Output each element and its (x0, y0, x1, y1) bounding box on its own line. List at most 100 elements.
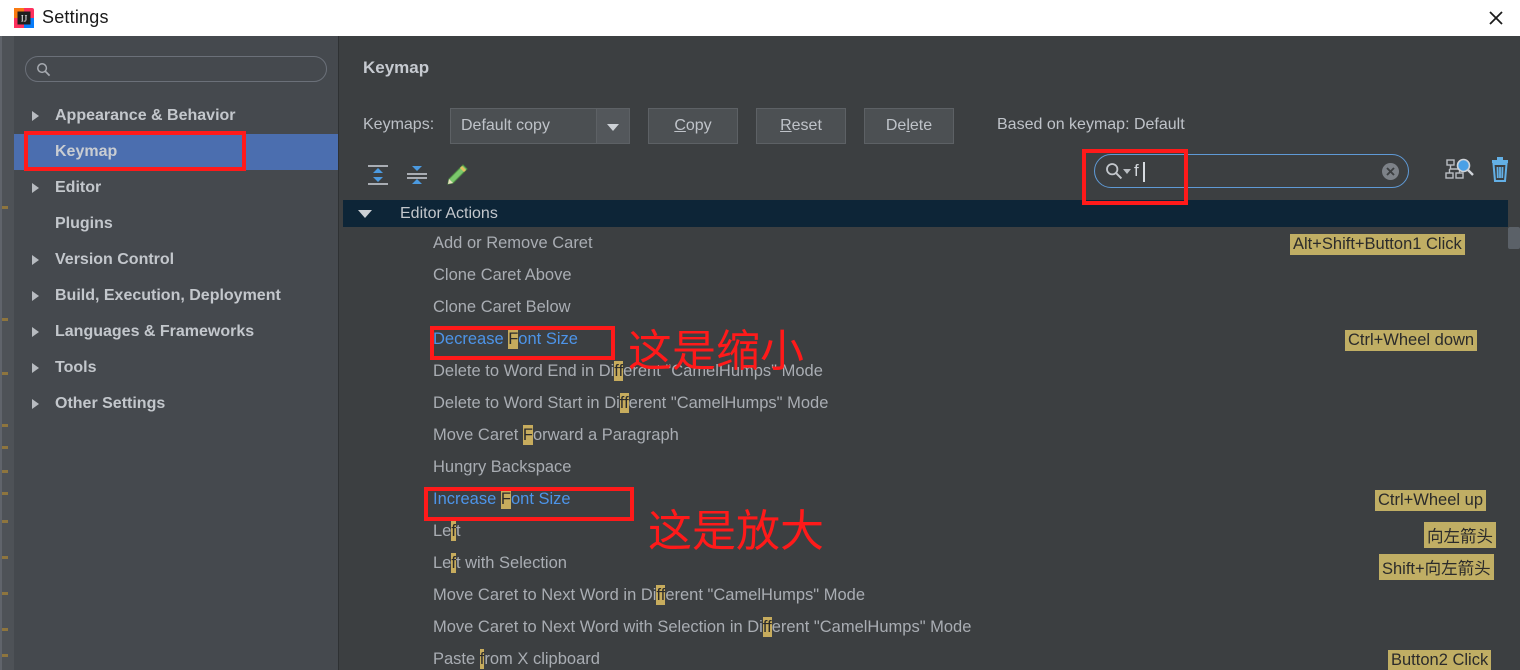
title-bar: IJ Settings (0, 0, 1520, 36)
clear-icon[interactable] (1381, 162, 1400, 181)
settings-window: IJ Settings Appearance & Behavior Keymap E… (0, 0, 1520, 670)
chevron-right-icon[interactable] (32, 98, 48, 134)
sidebar-item-other-settings[interactable]: Other Settings (14, 386, 338, 422)
action-group-header[interactable]: Editor Actions (343, 200, 1508, 227)
chevron-right-icon[interactable] (32, 278, 48, 314)
chevron-right-icon[interactable] (32, 170, 48, 206)
sidebar-item-languages-frameworks[interactable]: Languages & Frameworks (14, 314, 338, 350)
shortcut-badge: 向左箭头 (1424, 522, 1496, 548)
action-name: Add or Remove Caret (433, 234, 593, 252)
sidebar-search-input[interactable] (25, 56, 327, 82)
settings-dialog: Appearance & Behavior Keymap Editor Plugins… (14, 36, 1520, 670)
chevron-right-icon[interactable] (32, 134, 48, 170)
vertical-scrollbar[interactable] (1508, 227, 1520, 670)
find-by-shortcut-icon[interactable] (1443, 154, 1475, 186)
based-on-keymap-text: Based on keymap: Default (997, 116, 1185, 133)
sidebar-item-label: Build, Execution, Deployment (55, 287, 281, 304)
table-row[interactable]: Clone Caret Below (343, 295, 1520, 327)
table-row[interactable]: Move Caret to Next Word with Selection i… (343, 615, 1520, 647)
find-shortcut-input[interactable]: f (1094, 154, 1409, 188)
delete-shortcut-icon[interactable] (1484, 154, 1516, 186)
shortcut-badge: Ctrl+Wheel down (1345, 330, 1478, 351)
table-row[interactable]: Increase Font Size (343, 487, 1520, 519)
action-name: Paste from X clipboard (433, 649, 600, 669)
action-name: Clone Caret Above (433, 266, 572, 284)
action-group-label: Editor Actions (400, 204, 498, 222)
copy-button-label: Copy (674, 117, 712, 134)
action-name: Left (433, 521, 461, 541)
action-name: Left with Selection (433, 553, 567, 573)
ide-backdrop-strip (0, 0, 14, 670)
sidebar-item-build-execution-deployment[interactable]: Build, Execution, Deployment (14, 278, 338, 314)
action-name: Increase Font Size (433, 489, 571, 509)
sidebar-item-label: Editor (55, 179, 102, 196)
text-cursor (1143, 162, 1145, 182)
sidebar-item-editor[interactable]: Editor (14, 170, 338, 206)
keymap-select-value: Default copy (461, 117, 550, 134)
sidebar-item-label: Plugins (55, 215, 113, 232)
chevron-right-icon[interactable] (32, 350, 48, 386)
shortcut-badge: Alt+Shift+Button1 Click (1290, 234, 1465, 255)
action-name: Move Caret Forward a Paragraph (433, 425, 679, 445)
chevron-right-icon[interactable] (32, 386, 48, 422)
collapse-all-icon[interactable] (402, 160, 432, 190)
table-row[interactable]: Hungry Backspace (343, 455, 1520, 487)
shortcut-badge: Button2 Click (1388, 650, 1492, 670)
sidebar-item-label: Appearance & Behavior (55, 107, 236, 124)
action-name: Hungry Backspace (433, 458, 572, 476)
search-icon (1106, 163, 1123, 180)
keymaps-label: Keymaps: (363, 116, 435, 133)
sidebar-item-label: Tools (55, 359, 97, 376)
chevron-right-icon[interactable] (32, 206, 48, 242)
table-row[interactable]: Delete to Word Start in Different "Camel… (343, 391, 1520, 423)
chevron-down-icon[interactable] (596, 109, 629, 143)
sidebar-item-version-control[interactable]: Version Control (14, 242, 338, 278)
action-name: Decrease Font Size (433, 329, 578, 349)
action-name: Clone Caret Below (433, 298, 571, 316)
intellij-logo-icon: IJ (14, 8, 34, 28)
keymap-panel: Keymap Keymaps: Default copy Copy Reset De… (339, 36, 1520, 670)
table-row[interactable]: Decrease Font Size (343, 327, 1520, 359)
svg-text:IJ: IJ (21, 14, 28, 24)
sidebar-item-list: Appearance & Behavior Keymap Editor Plugins… (14, 98, 338, 422)
settings-sidebar: Appearance & Behavior Keymap Editor Plugins… (14, 36, 339, 670)
copy-button[interactable]: Copy (648, 108, 738, 144)
window-title: Settings (42, 7, 109, 27)
sidebar-item-label: Version Control (55, 251, 175, 268)
table-row[interactable]: Left with Selection (343, 551, 1520, 583)
chevron-down-icon[interactable] (1123, 169, 1131, 174)
keymap-actions-table: Editor Actions Add or Remove Caret Clone … (343, 200, 1520, 670)
sidebar-item-appearance-behavior[interactable]: Appearance & Behavior (14, 98, 338, 134)
edit-shortcut-icon[interactable] (441, 160, 471, 190)
close-icon[interactable] (1482, 4, 1510, 32)
table-row[interactable]: Delete to Word End in Different "CamelHu… (343, 359, 1520, 391)
shortcut-badge: Ctrl+Wheel up (1375, 490, 1487, 511)
chevron-right-icon[interactable] (32, 242, 48, 278)
table-row[interactable]: Move Caret to Next Word in Different "Ca… (343, 583, 1520, 615)
chevron-down-icon[interactable] (358, 209, 372, 218)
action-name: Move Caret to Next Word with Selection i… (433, 617, 972, 637)
sidebar-item-label: Other Settings (55, 395, 166, 412)
sidebar-item-label: Keymap (55, 143, 118, 160)
chevron-right-icon[interactable] (32, 314, 48, 350)
sidebar-item-keymap[interactable]: Keymap (14, 134, 338, 170)
action-name: Delete to Word End in Different "CamelHu… (433, 361, 823, 381)
search-icon (37, 63, 51, 77)
reset-button[interactable]: Reset (756, 108, 846, 144)
keymap-select[interactable]: Default copy (450, 108, 630, 144)
expand-all-icon[interactable] (363, 160, 393, 190)
table-row[interactable]: Left (343, 519, 1520, 551)
reset-button-label: Reset (780, 117, 822, 134)
table-row[interactable]: Paste from X clipboard (343, 647, 1520, 670)
delete-button[interactable]: Delete (864, 108, 954, 144)
sidebar-item-label: Languages & Frameworks (55, 323, 255, 340)
scrollbar-thumb[interactable] (1508, 227, 1520, 249)
find-input-value: f (1134, 161, 1139, 180)
table-row[interactable]: Move Caret Forward a Paragraph (343, 423, 1520, 455)
shortcut-badge: Shift+向左箭头 (1379, 554, 1494, 580)
page-title: Keymap (363, 58, 430, 77)
sidebar-item-plugins[interactable]: Plugins (14, 206, 338, 242)
sidebar-item-tools[interactable]: Tools (14, 350, 338, 386)
action-name: Delete to Word Start in Different "Camel… (433, 393, 829, 413)
table-row[interactable]: Clone Caret Above (343, 263, 1520, 295)
